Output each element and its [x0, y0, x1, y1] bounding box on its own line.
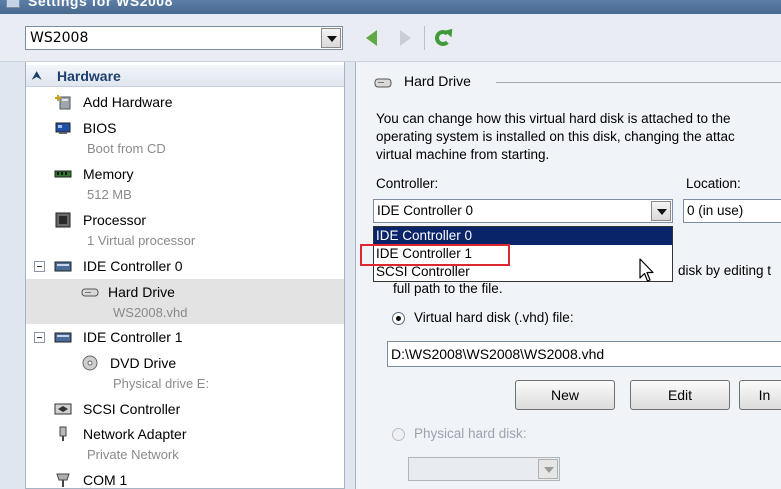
- dvd-drive-icon: [82, 355, 98, 371]
- physical-disk-radio-label: Physical hard disk:: [414, 426, 527, 441]
- forward-button[interactable]: [394, 27, 416, 49]
- hardware-section-header[interactable]: ⮝ Hardware: [26, 65, 344, 87]
- group-title: Hard Drive: [404, 73, 475, 89]
- chevron-down-icon: [544, 467, 554, 473]
- toolbar-separator: [424, 26, 425, 50]
- controller-label: Controller:: [376, 176, 439, 191]
- controller-dropdown-button[interactable]: [651, 201, 671, 221]
- chevron-down-icon: [327, 36, 337, 42]
- toolbar: WS2008: [0, 14, 781, 62]
- vm-selector[interactable]: WS2008: [25, 26, 343, 50]
- title-bar: Settings for WS2008: [0, 0, 781, 14]
- location-label: Location:: [686, 176, 741, 191]
- com-port-icon: [56, 473, 70, 487]
- forward-arrow-icon: [400, 30, 411, 46]
- vm-selector-dropdown-button[interactable]: [321, 28, 341, 48]
- bios-icon: [55, 122, 71, 134]
- instruction-text-fragment: disk by editing t: [678, 263, 772, 278]
- physical-disk-radio[interactable]: [392, 428, 405, 441]
- controller-select[interactable]: IDE Controller 0: [373, 199, 673, 223]
- annotation-highlight-box: [360, 244, 510, 266]
- collapse-up-icon[interactable]: ⮝: [32, 70, 44, 82]
- group-divider: [496, 82, 781, 83]
- instruction-text-fragment-2: full path to the file.: [393, 281, 503, 296]
- location-select-value: 0 (in use): [687, 203, 744, 218]
- hard-drive-icon: [374, 78, 392, 88]
- processor-icon: [55, 212, 71, 228]
- bios-detail: Boot from CD: [87, 141, 166, 156]
- controller-select-value: IDE Controller 0: [377, 203, 474, 218]
- physical-disk-dropdown-button[interactable]: [538, 459, 558, 479]
- window-title: Settings for WS2008: [28, 0, 173, 9]
- ide-controller-icon: [54, 261, 72, 272]
- ide-controller-icon: [54, 332, 72, 343]
- mouse-cursor-icon: [639, 258, 654, 282]
- hard-drive-icon: [81, 288, 99, 297]
- settings-window-icon: [6, 0, 20, 8]
- edit-button[interactable]: Edit: [630, 380, 730, 410]
- hardware-tree: ⮝ Hardware Add Hardware BIOS Boot from C…: [25, 62, 345, 489]
- vhd-file-radio[interactable]: [392, 312, 405, 325]
- memory-detail: 512 MB: [87, 187, 132, 202]
- collapse-ide-controller-0-icon[interactable]: [34, 261, 45, 272]
- physical-disk-select[interactable]: [408, 457, 560, 481]
- back-arrow-icon: [366, 30, 377, 46]
- dvd-drive-detail: Physical drive E:: [113, 376, 210, 391]
- back-button[interactable]: [362, 27, 384, 49]
- network-adapter-icon: [59, 426, 67, 441]
- hardware-section-title: Hardware: [57, 68, 121, 84]
- add-hardware-icon: [55, 95, 71, 110]
- network-adapter-detail: Private Network: [87, 447, 179, 462]
- memory-icon: [54, 170, 72, 178]
- hard-drive-detail: WS2008.vhd: [113, 305, 188, 320]
- hard-drive-settings-panel: Hard Drive You can change how this virtu…: [355, 62, 781, 489]
- dropdown-option-ide-controller-0[interactable]: IDE Controller 0: [374, 227, 672, 245]
- refresh-button[interactable]: [432, 25, 457, 49]
- new-button[interactable]: New: [515, 380, 615, 410]
- processor-detail: 1 Virtual processor: [87, 233, 196, 248]
- location-select[interactable]: 0 (in use): [683, 199, 781, 223]
- vhd-file-radio-label: Virtual hard disk (.vhd) file:: [414, 310, 574, 325]
- vm-selector-value: WS2008: [30, 30, 89, 46]
- collapse-ide-controller-1-icon[interactable]: [34, 332, 45, 343]
- vhd-path-input[interactable]: D:\WS2008\WS2008\WS2008.vhd: [387, 341, 781, 367]
- scsi-controller-icon: [54, 403, 72, 415]
- chevron-down-icon: [657, 209, 667, 215]
- inspect-button[interactable]: In: [739, 380, 781, 410]
- description-text: You can change how this virtual hard dis…: [376, 111, 735, 162]
